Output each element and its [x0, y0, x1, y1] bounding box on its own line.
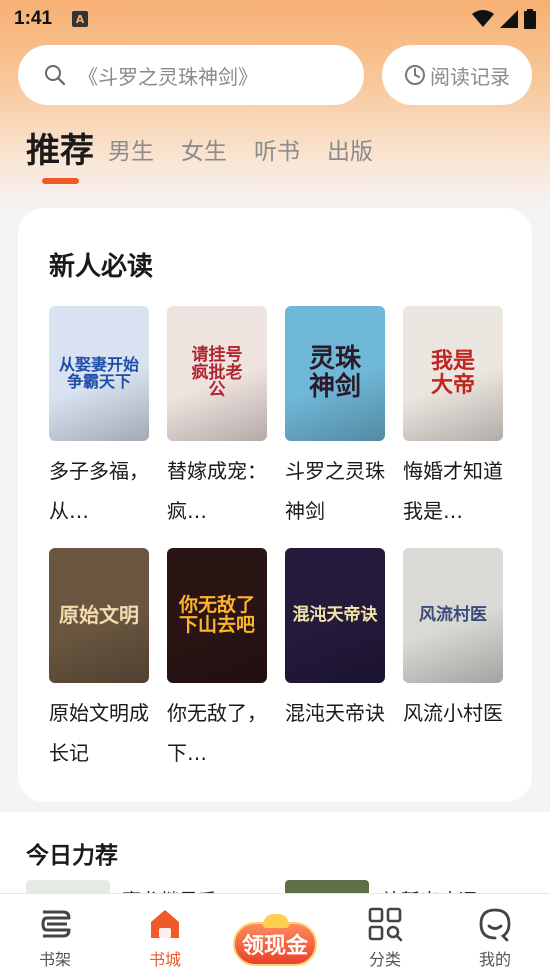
book-cover: 请挂号疯批老公 [167, 306, 267, 441]
home-icon [151, 910, 179, 938]
status-time: 1:41 [14, 8, 53, 29]
cover-title: 混沌天帝诀 [292, 604, 378, 625]
nav-profile[interactable]: 我的 [440, 894, 550, 979]
book-title: 替嫁成宠：疯… [167, 459, 267, 523]
signal-icon [500, 10, 518, 28]
cover-title: 从娶妻开始争霸天下 [58, 354, 139, 391]
book-title: 你无敌了，下… [167, 701, 267, 765]
nav-label: 我的 [478, 950, 511, 969]
search-placeholder: 《斗罗之灵珠神剑》 [78, 64, 258, 89]
status-bar: 1:41 A [0, 0, 550, 38]
book-cover: 我是大帝 [403, 306, 503, 441]
tab-male[interactable]: 男生 [108, 132, 154, 188]
nav-label: 分类 [368, 950, 401, 969]
cover-title: 我是大帝 [430, 348, 475, 398]
book-cover: 风流村医 [403, 548, 503, 683]
battery-icon [524, 9, 536, 29]
reading-history-label: 阅读记录 [430, 64, 510, 89]
reading-history-button[interactable]: 阅读记录 [382, 45, 532, 105]
cover-title: 请挂号疯批老公 [191, 344, 243, 401]
book-title: 斗罗之灵珠神剑 [285, 459, 385, 523]
nav-label: 书架 [38, 950, 71, 969]
book-title: 风流小村医 [403, 701, 503, 725]
nav-get-cash[interactable]: 领现金 [220, 894, 330, 979]
book-item[interactable]: 风流村医 风流小村医 [403, 548, 503, 773]
book-item[interactable]: 灵珠神剑 斗罗之灵珠神剑 [285, 306, 385, 531]
book-cover: 你无敌了下山去吧 [167, 548, 267, 683]
tab-label: 听书 [254, 139, 300, 165]
cash-icon: 领现金 [233, 914, 317, 966]
book-title: 悔婚才知道我是… [403, 459, 503, 523]
nav-label: 书城 [148, 950, 181, 969]
tab-recommended[interactable]: 推荐 [26, 123, 94, 188]
book-cover: 从娶妻开始争霸天下 [49, 306, 149, 441]
wifi-icon [472, 10, 494, 27]
book-item[interactable]: 你无敌了下山去吧 你无敌了，下… [167, 548, 267, 773]
category-tabs: 推荐 男生 女生 听书 出版 [26, 128, 400, 188]
must-read-card: 新人必读 从娶妻开始争霸天下 多子多福，从… 请挂号疯批老公 替嫁成宠：疯… 灵… [18, 208, 532, 802]
book-item[interactable]: 原始文明 原始文明成长记 [49, 548, 149, 773]
cover-title: 原始文明 [59, 603, 139, 627]
cover-title: 灵珠神剑 [308, 344, 361, 402]
clock-icon [405, 65, 425, 85]
book-cover: 原始文明 [49, 548, 149, 683]
section-title: 新人必读 [49, 252, 154, 282]
cover-title: 你无敌了下山去吧 [178, 593, 255, 636]
cover-title: 风流村医 [419, 604, 487, 625]
tab-label: 推荐 [26, 131, 94, 171]
tab-female[interactable]: 女生 [181, 132, 227, 188]
nav-bookshelf[interactable]: 书架 [0, 894, 110, 979]
profile-icon [479, 908, 511, 942]
nav-category[interactable]: 分类 [330, 894, 440, 979]
category-icon [368, 907, 403, 942]
search-icon [45, 65, 66, 86]
tab-audiobooks[interactable]: 听书 [254, 132, 300, 188]
book-item[interactable]: 从娶妻开始争霸天下 多子多福，从… [49, 306, 149, 531]
book-item[interactable]: 我是大帝 悔婚才知道我是… [403, 306, 503, 531]
bookshelf-icon [41, 910, 71, 938]
book-title: 混沌天帝诀 [285, 701, 385, 725]
notification-icon: A [72, 11, 89, 27]
tab-label: 男生 [108, 139, 154, 165]
nav-bookstore[interactable]: 书城 [110, 894, 220, 979]
tab-indicator [42, 178, 79, 184]
book-cover: 混沌天帝诀 [285, 548, 385, 683]
search-input[interactable]: 《斗罗之灵珠神剑》 [18, 45, 364, 105]
book-cover: 灵珠神剑 [285, 306, 385, 441]
status-indicators [472, 9, 536, 29]
tab-label: 女生 [181, 139, 227, 165]
book-title: 原始文明成长记 [49, 701, 149, 765]
book-item[interactable]: 混沌天帝诀 混沌天帝诀 [285, 548, 385, 773]
book-title: 多子多福，从… [49, 459, 149, 523]
today-recommend-section: 今日力荐 豪龙继星系 补暂出病词 [0, 812, 550, 906]
cash-label: 领现金 [241, 934, 308, 959]
bottom-nav: 书架 书城 领现金 分类 我的 [0, 893, 550, 979]
book-item[interactable]: 请挂号疯批老公 替嫁成宠：疯… [167, 306, 267, 531]
section-title: 今日力荐 [26, 843, 118, 869]
tab-label: 出版 [327, 139, 373, 165]
tab-published[interactable]: 出版 [327, 132, 373, 188]
